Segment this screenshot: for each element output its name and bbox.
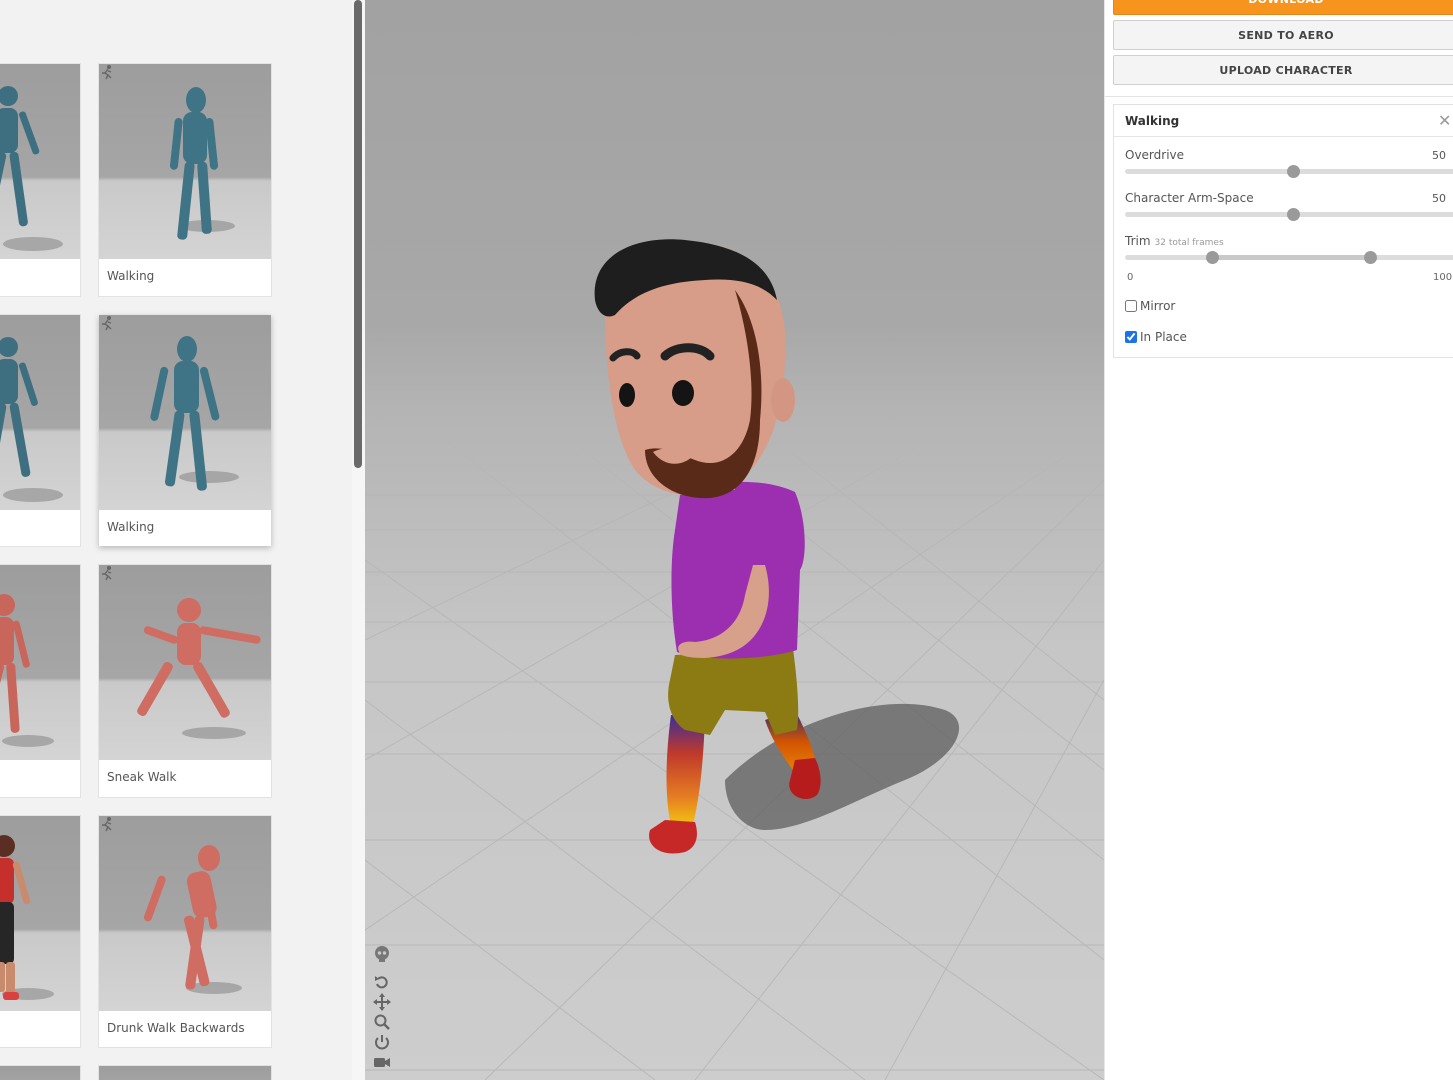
download-button[interactable]: DOWNLOAD — [1113, 0, 1453, 15]
mirror-checkbox[interactable] — [1125, 300, 1137, 312]
animation-card-label: Walking — [107, 269, 155, 283]
arm-space-label: Character Arm-Space — [1125, 191, 1254, 205]
animation-thumbnail — [0, 816, 80, 1011]
arm-space-slider[interactable] — [1125, 208, 1453, 221]
trim-max-label: 100 — [1433, 272, 1453, 283]
trim-range-slider[interactable] — [1125, 251, 1453, 264]
overdrive-label: Overdrive — [1125, 148, 1185, 162]
animation-thumbnail — [0, 64, 80, 259]
mirror-option[interactable]: Mirror — [1125, 299, 1175, 313]
settings-header: Walking ✕ — [1114, 105, 1453, 137]
overdrive-value: 50 — [1432, 149, 1446, 162]
animation-thumbnail — [99, 315, 271, 510]
animation-card[interactable]: Walking — [99, 64, 271, 296]
in-place-label: In Place — [1140, 330, 1187, 344]
animation-card[interactable]: Drunk Walk Backwards — [99, 816, 271, 1047]
animation-card[interactable] — [0, 816, 80, 1047]
animation-thumbnail — [0, 1066, 80, 1080]
move-icon[interactable] — [373, 993, 391, 1011]
animation-card[interactable]: ng — [0, 64, 80, 296]
arm-space-slider-handle[interactable] — [1286, 208, 1300, 221]
animation-card[interactable]: Sneak Walk — [99, 565, 271, 797]
animation-thumbnail — [99, 565, 271, 760]
runner-icon — [102, 65, 112, 80]
trim-frames-note: 32 total frames — [1154, 238, 1224, 248]
overdrive-slider[interactable] — [1125, 165, 1453, 178]
animation-settings: Walking ✕ Overdrive 50 Character Arm-Spa… — [1113, 104, 1453, 358]
power-icon[interactable] — [373, 1033, 391, 1051]
animation-card[interactable] — [0, 1066, 80, 1080]
overdrive-slider-handle[interactable] — [1286, 165, 1300, 178]
animation-card[interactable] — [0, 565, 80, 797]
in-place-checkbox[interactable] — [1125, 331, 1137, 343]
library-scrollbar[interactable] — [352, 0, 365, 1080]
in-place-option[interactable]: In Place — [1125, 330, 1187, 344]
animation-card-label: Walking — [107, 520, 155, 534]
animation-card-label: Sneak Walk — [107, 770, 177, 784]
trim-range-fill — [1212, 255, 1370, 260]
trim-end-handle[interactable] — [1363, 251, 1377, 264]
animation-thumbnail — [0, 315, 80, 510]
trim-min-label: 0 — [1127, 272, 1134, 283]
3d-viewport[interactable] — [365, 0, 1104, 1080]
animation-thumbnail — [0, 565, 80, 760]
undo-icon[interactable] — [373, 973, 391, 991]
animation-thumbnail — [99, 1066, 271, 1080]
runner-icon — [102, 566, 112, 581]
app: ng Walking — [0, 0, 1453, 1080]
close-icon[interactable]: ✕ — [1438, 111, 1451, 130]
animation-thumbnail — [99, 816, 271, 1011]
animation-card-selected[interactable]: Walking — [99, 315, 271, 546]
send-to-aero-button[interactable]: SEND TO AERO — [1113, 20, 1453, 50]
scene-canvas[interactable] — [365, 0, 1104, 1080]
mirror-label: Mirror — [1140, 299, 1176, 313]
animation-card[interactable] — [99, 1066, 271, 1080]
animation-card-label: Drunk Walk Backwards — [107, 1021, 245, 1035]
trim-label: Trim 32 total frames — [1125, 234, 1224, 248]
animation-card[interactable] — [0, 315, 80, 546]
runner-icon — [102, 817, 112, 832]
animation-library: ng Walking — [0, 0, 352, 1080]
viewport-toolbar — [373, 945, 393, 1073]
runner-icon — [102, 316, 112, 331]
panel-divider — [1105, 96, 1453, 97]
zoom-icon[interactable] — [373, 1013, 391, 1031]
skull-icon[interactable] — [373, 945, 391, 963]
animation-thumbnail — [99, 64, 271, 259]
trim-start-handle[interactable] — [1206, 251, 1220, 264]
library-scrollbar-thumb[interactable] — [354, 0, 362, 468]
settings-title: Walking — [1125, 114, 1180, 128]
camera-icon[interactable] — [373, 1053, 391, 1071]
trim-label-text: Trim — [1125, 234, 1151, 248]
right-panel: DOWNLOAD SEND TO AERO UPLOAD CHARACTER W… — [1104, 0, 1453, 1080]
upload-character-button[interactable]: UPLOAD CHARACTER — [1113, 55, 1453, 85]
arm-space-value: 50 — [1432, 192, 1446, 205]
